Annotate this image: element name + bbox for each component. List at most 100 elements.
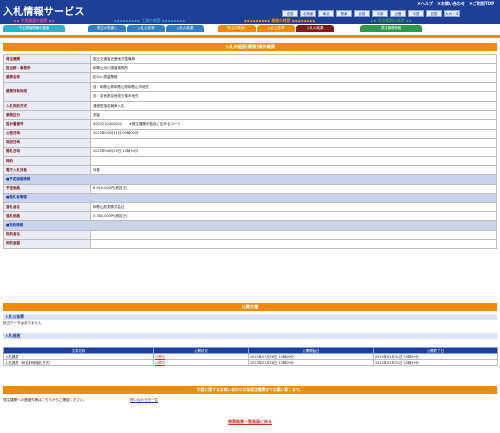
region-tab[interactable]: 東北 (318, 10, 334, 17)
notice-empty-text: 該当データはありません (3, 321, 42, 325)
region-tab[interactable]: 近畿 (390, 10, 406, 17)
row-label: 入札契約方式 (3, 100, 91, 112)
region-tab[interactable]: 関東 (336, 10, 352, 17)
doc-end: 2025年03月31日 23時59分 (373, 359, 498, 366)
tab-construction-result[interactable]: 入札の結果 (166, 25, 204, 32)
doc-status-link[interactable]: 公開中 (155, 355, 165, 359)
doc-status-link[interactable]: 公開中 (155, 361, 165, 365)
nav-group-construction: ◆◆◆◆◆◆◆◆◆ 工事の検索 ◆◆◆◆◆◆◆◆ 発注の見通し 入札公告等 入札… (88, 18, 211, 35)
nav-group-title: ◆◆ 発注機関の検索 ◆◆ (370, 18, 412, 23)
table-row: 契約者名 (3, 229, 497, 240)
table-row: 契約金額 (3, 238, 497, 249)
row-label: 特約 (3, 156, 91, 167)
table-row: 業務対象地域 自：和歌山県和歌山県和歌山市地先 至：奈良県奈良県五條市地先 (3, 81, 497, 102)
table-row: 業務名称 紀の川測量業務 (3, 72, 497, 83)
group-header-row: ■契約情報 (3, 220, 497, 231)
contact-list-link[interactable]: 問い合わせ先一覧 (130, 398, 158, 403)
row-label: 電子入札対象 (3, 165, 91, 176)
row-label: 業務区分 (3, 110, 91, 121)
row-value: 紀の川測量業務 (90, 72, 497, 83)
tab-service-result[interactable]: 入札の結果 (296, 25, 334, 32)
row-label: 開札日時 (3, 146, 91, 158)
table-row: 公告日時 2023年05月11日 00時00分 (3, 128, 497, 139)
help-link[interactable]: ＊ヘルプ (417, 1, 433, 7)
notice-heading: 入札公告等 (3, 314, 497, 320)
table-row: 入札調書（総合評価落札方式） 公開中 2023年07月28日 10時00分 20… (3, 359, 498, 366)
row-value: 和歌山航測株式会社 (90, 201, 497, 213)
tab-service-outlook[interactable]: 発注の見通し (218, 25, 256, 32)
region-tab[interactable]: 中国 (408, 10, 424, 17)
nav-group-planned: ◆◆ 予定調達の検索 ◆◆ 予定調達情報の検索 (3, 18, 65, 35)
tab-construction-outlook[interactable]: 発注の見通し (88, 25, 126, 32)
region-tab[interactable]: 北陸 (354, 10, 370, 17)
row-label: 設計書番号 (3, 119, 91, 130)
table-row: 落札者名 和歌山航測株式会社 (3, 201, 497, 213)
row-value (90, 156, 497, 167)
nav-divider (0, 35, 500, 38)
region-tab[interactable]: 中部 (372, 10, 388, 17)
tab-construction-notice[interactable]: 入札公告等 (127, 25, 165, 32)
row-value: 2023年06月15日 15時30分 (90, 146, 497, 158)
tab-service-notice[interactable]: 入札公告等 (257, 25, 295, 32)
category-nav: ◆◆ 予定調達の検索 ◆◆ 予定調達情報の検索 ◆◆◆◆◆◆◆◆◆ 工事の検索 … (0, 18, 500, 35)
nav-group-title: ◆◆◆◆◆◆◆◆◆ 工事の検索 ◆◆◆◆◆◆◆◆ (113, 18, 186, 23)
row-label: 落札者名 (3, 201, 91, 213)
table-row: 設計書番号 0003210400002 ※発注機関が独自に定めるコード (3, 119, 497, 130)
group-header-price: ■予定価格情報 (3, 174, 497, 185)
back-to-results-link[interactable]: 検索結果一覧画面に戻る (0, 419, 500, 425)
nav-group-service: ◆◆◆◆◆◆◆◆◆ 業務の検索 ◆◆◆◆◆◆◆◆ 発注の見通し 入札公告等 入札… (218, 18, 341, 35)
row-value: 2023年05月11日 00時00分 (90, 128, 497, 139)
row-value: 対象 (90, 165, 497, 176)
progress-docs-table: 文書名称 公開状況 公開開始日 公開終了日 入札調書 公開中 2023年07月2… (3, 347, 498, 366)
contact-text: 発注機関への連絡先等はこちらからご確認ください。 (3, 398, 87, 402)
inquiry-link[interactable]: ＊お問い合わせ (437, 1, 465, 7)
top-links: ＊ヘルプ ＊お問い合わせ ＊ご利用TOP (417, 1, 494, 7)
row-value: 測量 (90, 110, 497, 121)
case-detail-table: 発注機関 国土交通省近畿地方整備局 担当部・事務所 和歌山河川国道事務所 業務名称紀… (3, 53, 497, 249)
row-label: 業務名称 (3, 72, 91, 83)
nav-group-orderer: ◆◆ 発注機関の検索 ◆◆ 発注機関情報 (360, 18, 422, 35)
doc-name: 入札調書（総合評価落札方式） (3, 359, 154, 366)
row-value: 0003210400002 ※発注機関が独自に定めるコード (90, 119, 497, 130)
table-row: 電子入札対象 対象 (3, 165, 497, 176)
row-label: 現説日時 (3, 137, 91, 148)
tab-orderer-info[interactable]: 発注機関情報 (360, 25, 422, 32)
group-header-row: ■予定価格情報 (3, 174, 497, 185)
table-row: 現説日時 (3, 137, 497, 148)
row-value: 自：和歌山県和歌山県和歌山市地先 至：奈良県奈良県五條市地先 (90, 81, 497, 102)
nav-group-title: ◆◆ 予定調達の検索 ◆◆ (13, 18, 55, 23)
progress-heading: 入札経過 (3, 333, 497, 339)
row-value: 5,380,000円(税抜き) (90, 211, 497, 222)
table-row: 発注機関 国土交通省近畿地方整備局 (3, 53, 497, 65)
region-tabs: 全国 北海道 東北 関東 北陸 中部 近畿 中国 四国 九州・沖縄 (282, 10, 460, 23)
section-title-bar: 入札の経過(業務)案件概要 (3, 43, 497, 51)
row-label: 担当部・事務所 (3, 63, 91, 74)
table-row: 予定価格 8,910,000円(税抜き) (3, 183, 497, 194)
nav-group-title: ◆◆◆◆◆◆◆◆◆ 業務の検索 ◆◆◆◆◆◆◆◆ (243, 18, 316, 23)
group-header-contract: ■契約情報 (3, 220, 497, 231)
row-label: 公告日時 (3, 128, 91, 139)
region-tab[interactable]: 北海道 (300, 10, 316, 17)
contact-bar: 内容に関するお問い合わせは各発注機関までお願い致します。 (3, 386, 497, 394)
row-value: 8,910,000円(税抜き) (90, 183, 497, 194)
row-value: 通常型指名競争入札 (90, 100, 497, 112)
region-tab[interactable]: 四国 (426, 10, 442, 17)
row-value (90, 229, 497, 240)
group-header-winner: ■落札者情報 (3, 192, 497, 204)
public-docs-bar: 公開文書 (3, 303, 497, 311)
row-label: 発注機関 (3, 53, 91, 65)
row-value (90, 137, 497, 148)
tab-planned-procurement[interactable]: 予定調達情報の検索 (3, 25, 65, 32)
table-row: 落札価格 5,380,000円(税抜き) (3, 211, 497, 222)
row-label: 予定価格 (3, 183, 91, 194)
region-tab[interactable]: 全国 (282, 10, 298, 17)
row-value (90, 238, 497, 249)
table-row: 業務区分 測量 (3, 110, 497, 121)
table-row: 担当部・事務所 和歌山河川国道事務所 (3, 63, 497, 74)
doc-start: 2023年07月28日 10時00分 (248, 359, 374, 366)
top-page-link[interactable]: ＊ご利用TOP (469, 1, 494, 7)
table-row: 開札日時 2023年06月15日 15時30分 (3, 146, 497, 158)
region-tab[interactable]: 九州・沖縄 (444, 10, 460, 23)
row-label: 契約者名 (3, 229, 91, 240)
row-value: 和歌山河川国道事務所 (90, 63, 497, 74)
